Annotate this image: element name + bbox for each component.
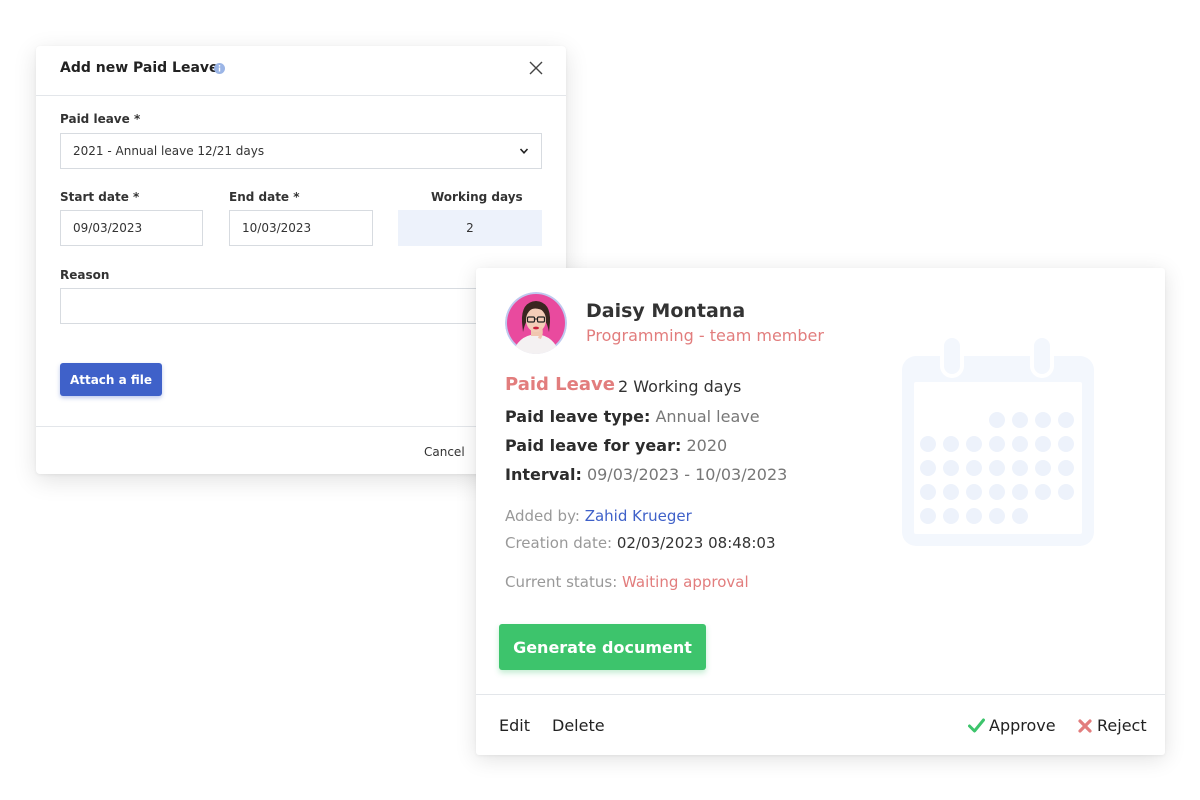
start-date-label: Start date * xyxy=(60,190,140,204)
status-value: Waiting approval xyxy=(622,573,749,591)
approve-label: Approve xyxy=(989,716,1056,735)
working-days-value: 2 xyxy=(466,221,474,235)
leave-working-days: 2 Working days xyxy=(618,377,742,396)
end-date-value: 10/03/2023 xyxy=(242,221,312,235)
creation-date-value: 02/03/2023 08:48:03 xyxy=(616,534,776,552)
creation-date-label: Creation date: xyxy=(505,534,613,552)
start-date-value: 09/03/2023 xyxy=(73,221,143,235)
leave-year-row: Paid leave for year: 2020 xyxy=(505,436,727,455)
added-by-row: Added by: Zahid Krueger xyxy=(505,507,692,525)
paid-leave-select-value: 2021 - Annual leave 12/21 days xyxy=(73,144,265,158)
leave-year-value: 2020 xyxy=(686,436,728,455)
chevron-down-icon xyxy=(519,148,529,154)
cancel-button[interactable]: Cancel xyxy=(424,445,465,459)
calendar-icon xyxy=(902,334,1094,546)
interval-row: Interval: 09/03/2023 - 10/03/2023 xyxy=(505,465,787,484)
reason-label: Reason xyxy=(60,268,110,282)
added-by-label: Added by: xyxy=(505,507,580,525)
check-icon xyxy=(968,718,985,733)
status-label: Current status: xyxy=(505,573,618,591)
close-icon[interactable] xyxy=(529,61,543,75)
reject-button[interactable]: Reject xyxy=(1078,716,1147,735)
leave-year-label: Paid leave for year: xyxy=(505,436,682,455)
info-icon[interactable] xyxy=(214,63,225,74)
end-date-label: End date * xyxy=(229,190,300,204)
reject-label: Reject xyxy=(1097,716,1147,735)
approve-button[interactable]: Approve xyxy=(968,716,1056,735)
attach-file-button[interactable]: Attach a file xyxy=(60,363,162,396)
leave-title: Paid Leave xyxy=(505,374,615,395)
leave-type-label: Paid leave type: xyxy=(505,407,651,426)
modal-title: Add new Paid Leave xyxy=(60,60,219,76)
working-days-field: 2 xyxy=(398,210,542,246)
paid-leave-select[interactable]: 2021 - Annual leave 12/21 days xyxy=(60,133,542,169)
edit-button[interactable]: Edit xyxy=(499,716,530,735)
x-icon xyxy=(1078,718,1092,733)
modal-header: Add new Paid Leave xyxy=(36,46,566,96)
interval-label: Interval: xyxy=(505,465,582,484)
paid-leave-label: Paid leave * xyxy=(60,112,141,126)
leave-type-value: Annual leave xyxy=(655,407,760,426)
interval-value: 09/03/2023 - 10/03/2023 xyxy=(586,465,788,484)
end-date-field[interactable]: 10/03/2023 xyxy=(229,210,373,246)
leave-detail-card: Daisy Montana Programming - team member … xyxy=(476,268,1165,755)
creation-date-row: Creation date: 02/03/2023 08:48:03 xyxy=(505,534,775,552)
delete-button[interactable]: Delete xyxy=(552,716,605,735)
reason-field[interactable] xyxy=(60,288,542,324)
avatar xyxy=(505,292,567,354)
status-row: Current status: Waiting approval xyxy=(505,573,749,591)
person-role: Programming - team member xyxy=(586,326,824,345)
working-days-label: Working days xyxy=(431,190,523,204)
person-name: Daisy Montana xyxy=(586,300,746,322)
leave-type-row: Paid leave type: Annual leave xyxy=(505,407,760,426)
card-footer-divider xyxy=(476,694,1165,695)
start-date-field[interactable]: 09/03/2023 xyxy=(60,210,203,246)
generate-document-button[interactable]: Generate document xyxy=(499,624,706,670)
added-by-link[interactable]: Zahid Krueger xyxy=(585,507,692,525)
